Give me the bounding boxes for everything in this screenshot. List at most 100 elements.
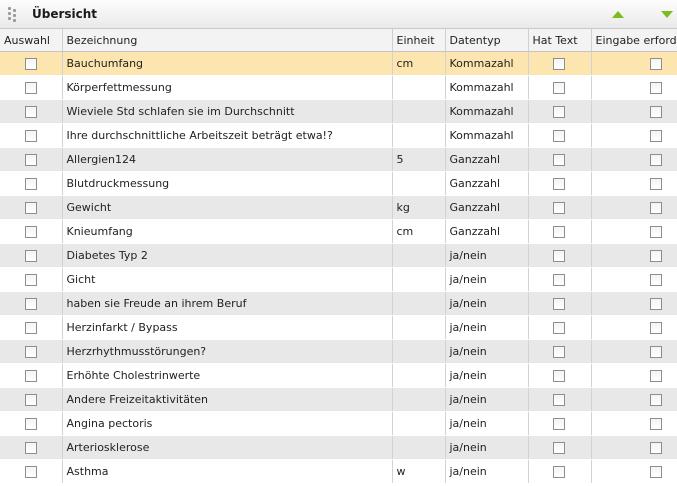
table-row[interactable]: Gewicht kg Ganzzahl bbox=[0, 195, 677, 220]
table-row[interactable]: Arteriosklerose ja/nein bbox=[0, 435, 677, 460]
auswahl-checkbox[interactable] bbox=[25, 321, 37, 334]
hat-text-checkbox[interactable] bbox=[552, 249, 565, 262]
table-row[interactable]: Gicht ja/nein bbox=[0, 267, 677, 292]
bezeichnung-cell: Angina pectoris bbox=[62, 411, 393, 436]
hat-text-checkbox[interactable] bbox=[552, 393, 565, 406]
eingabe-erforderlich-checkbox[interactable] bbox=[649, 369, 662, 382]
hat-text-checkbox[interactable] bbox=[552, 201, 565, 214]
table-row[interactable]: Wieviele Std schlafen sie im Durchschnit… bbox=[0, 99, 677, 124]
hat-text-checkbox[interactable] bbox=[552, 273, 565, 286]
bezeichnung-cell: Gewicht bbox=[62, 195, 393, 220]
eingabe-erforderlich-cell bbox=[591, 267, 677, 292]
auswahl-checkbox[interactable] bbox=[25, 129, 37, 142]
move-down-icon[interactable] bbox=[661, 11, 673, 18]
auswahl-checkbox[interactable] bbox=[25, 369, 37, 382]
eingabe-erforderlich-checkbox[interactable] bbox=[649, 153, 662, 166]
auswahl-checkbox[interactable] bbox=[25, 345, 37, 358]
hat-text-checkbox[interactable] bbox=[552, 297, 565, 310]
table-row[interactable]: Allergien124 5 Ganzzahl bbox=[0, 147, 677, 172]
hat-text-cell bbox=[528, 459, 592, 484]
eingabe-erforderlich-checkbox[interactable] bbox=[649, 465, 662, 478]
auswahl-cell bbox=[0, 243, 63, 268]
eingabe-erforderlich-checkbox[interactable] bbox=[649, 249, 662, 262]
drag-grip-icon[interactable] bbox=[8, 7, 20, 23]
einheit-cell bbox=[392, 411, 446, 436]
hat-text-checkbox[interactable] bbox=[552, 441, 565, 454]
auswahl-checkbox[interactable] bbox=[25, 177, 37, 190]
auswahl-checkbox[interactable] bbox=[25, 441, 37, 454]
eingabe-erforderlich-cell bbox=[591, 459, 677, 484]
eingabe-erforderlich-checkbox[interactable] bbox=[649, 273, 662, 286]
auswahl-checkbox[interactable] bbox=[25, 393, 37, 406]
auswahl-checkbox[interactable] bbox=[25, 201, 37, 214]
table-row[interactable]: Herzrhythmusstörungen? ja/nein bbox=[0, 339, 677, 364]
table-row[interactable]: Ihre durchschnittliche Arbeitszeit beträ… bbox=[0, 123, 677, 148]
hat-text-checkbox[interactable] bbox=[552, 225, 565, 238]
table-row[interactable]: Erhöhte Cholestrinwerte ja/nein bbox=[0, 363, 677, 388]
bezeichnung-cell: Andere Freizeitaktivitäten bbox=[62, 387, 393, 412]
table-row[interactable]: Herzinfarkt / Bypass ja/nein bbox=[0, 315, 677, 340]
table-row[interactable]: Knieumfang cm Ganzzahl bbox=[0, 219, 677, 244]
table-row[interactable]: Körperfettmessung Kommazahl bbox=[0, 75, 677, 100]
datentyp-cell: Ganzzahl bbox=[445, 147, 529, 172]
eingabe-erforderlich-checkbox[interactable] bbox=[649, 57, 662, 70]
auswahl-checkbox[interactable] bbox=[25, 81, 37, 94]
table-row[interactable]: Angina pectoris ja/nein bbox=[0, 411, 677, 436]
table-row[interactable]: haben sie Freude an ihrem Beruf ja/nein bbox=[0, 291, 677, 316]
auswahl-checkbox[interactable] bbox=[25, 153, 37, 166]
table-row[interactable]: Andere Freizeitaktivitäten ja/nein bbox=[0, 387, 677, 412]
eingabe-erforderlich-checkbox[interactable] bbox=[649, 417, 662, 430]
hat-text-checkbox[interactable] bbox=[552, 417, 565, 430]
col-header-bezeichnung[interactable]: Bezeichnung bbox=[62, 29, 393, 52]
auswahl-checkbox[interactable] bbox=[25, 273, 37, 286]
col-header-eingabe-erforderlich[interactable]: Eingabe erforderlich bbox=[591, 29, 677, 52]
eingabe-erforderlich-checkbox[interactable] bbox=[649, 81, 662, 94]
col-header-einheit[interactable]: Einheit bbox=[392, 29, 446, 52]
hat-text-checkbox[interactable] bbox=[552, 129, 565, 142]
auswahl-checkbox[interactable] bbox=[25, 105, 37, 118]
hat-text-checkbox[interactable] bbox=[552, 369, 565, 382]
auswahl-checkbox[interactable] bbox=[25, 297, 37, 310]
hat-text-checkbox[interactable] bbox=[552, 465, 565, 478]
auswahl-checkbox[interactable] bbox=[25, 417, 37, 430]
eingabe-erforderlich-checkbox[interactable] bbox=[649, 201, 662, 214]
eingabe-erforderlich-checkbox[interactable] bbox=[649, 393, 662, 406]
auswahl-checkbox[interactable] bbox=[25, 225, 37, 238]
move-up-icon[interactable] bbox=[612, 11, 624, 18]
datentyp-cell: Kommazahl bbox=[445, 75, 529, 100]
table-row[interactable]: Diabetes Typ 2 ja/nein bbox=[0, 243, 677, 268]
table-row[interactable]: Asthma w ja/nein bbox=[0, 459, 677, 484]
eingabe-erforderlich-checkbox[interactable] bbox=[649, 321, 662, 334]
table-row[interactable]: Blutdruckmessung Ganzzahl bbox=[0, 171, 677, 196]
panel-title: Übersicht bbox=[32, 7, 98, 21]
hat-text-checkbox[interactable] bbox=[552, 153, 565, 166]
table-row[interactable]: Bauchumfang cm Kommazahl bbox=[0, 51, 677, 76]
eingabe-erforderlich-checkbox[interactable] bbox=[649, 129, 662, 142]
col-header-auswahl[interactable]: Auswahl bbox=[0, 29, 63, 52]
einheit-cell bbox=[392, 387, 446, 412]
eingabe-erforderlich-cell bbox=[591, 291, 677, 316]
eingabe-erforderlich-checkbox[interactable] bbox=[649, 225, 662, 238]
eingabe-erforderlich-checkbox[interactable] bbox=[649, 105, 662, 118]
eingabe-erforderlich-checkbox[interactable] bbox=[649, 297, 662, 310]
eingabe-erforderlich-checkbox[interactable] bbox=[649, 345, 662, 358]
auswahl-checkbox[interactable] bbox=[25, 57, 37, 70]
hat-text-checkbox[interactable] bbox=[552, 57, 565, 70]
hat-text-cell bbox=[528, 387, 592, 412]
auswahl-cell bbox=[0, 459, 63, 484]
hat-text-checkbox[interactable] bbox=[552, 105, 565, 118]
auswahl-checkbox[interactable] bbox=[25, 465, 37, 478]
bezeichnung-cell: Erhöhte Cholestrinwerte bbox=[62, 363, 393, 388]
eingabe-erforderlich-checkbox[interactable] bbox=[649, 441, 662, 454]
eingabe-erforderlich-checkbox[interactable] bbox=[649, 177, 662, 190]
eingabe-erforderlich-cell bbox=[591, 171, 677, 196]
hat-text-checkbox[interactable] bbox=[552, 177, 565, 190]
col-header-hat-text[interactable]: Hat Text bbox=[528, 29, 592, 52]
auswahl-checkbox[interactable] bbox=[25, 249, 37, 262]
hat-text-checkbox[interactable] bbox=[552, 321, 565, 334]
hat-text-checkbox[interactable] bbox=[552, 345, 565, 358]
einheit-cell: cm bbox=[392, 51, 446, 76]
col-header-datentyp[interactable]: Datentyp bbox=[445, 29, 529, 52]
bezeichnung-cell: haben sie Freude an ihrem Beruf bbox=[62, 291, 393, 316]
hat-text-checkbox[interactable] bbox=[552, 81, 565, 94]
